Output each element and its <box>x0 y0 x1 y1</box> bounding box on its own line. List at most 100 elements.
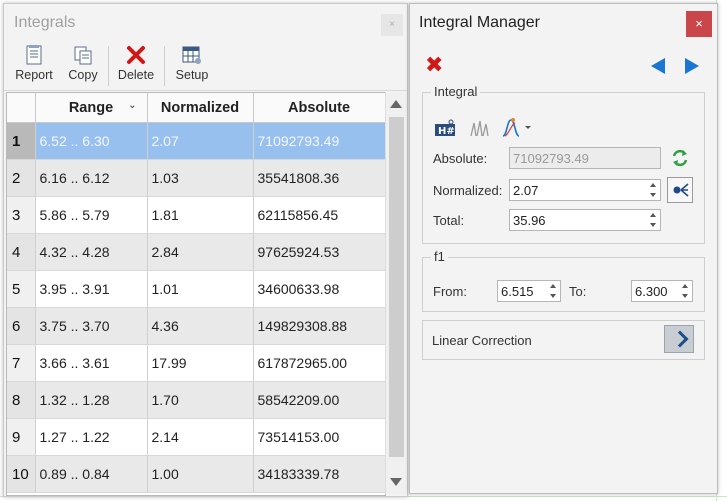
normalized-cell: 1.03 <box>147 159 254 197</box>
setup-button[interactable]: Setup <box>172 44 212 88</box>
copy-icon <box>64 44 102 68</box>
scrollbar-thumb[interactable] <box>389 117 404 457</box>
range-cell: 5.86 .. 5.79 <box>35 196 148 234</box>
manager-close-button[interactable]: × <box>686 11 712 37</box>
from-input[interactable]: 6.515 <box>497 280 561 302</box>
integrals-titlebar: Integrals × <box>4 4 407 42</box>
range-cell: 1.27 .. 1.22 <box>35 418 148 456</box>
scroll-down-icon[interactable] <box>390 478 402 486</box>
integral-curve-dropdown-icon[interactable] <box>501 117 533 140</box>
table-header-row: Range ⌄ Normalized Absolute <box>7 93 385 123</box>
absolute-cell: 97625924.53 <box>253 233 385 271</box>
normalized-cell: 1.00 <box>147 455 254 493</box>
from-label: From: <box>433 284 467 299</box>
multiplet-peaks-icon[interactable] <box>469 119 491 140</box>
integral-group-title: Integral <box>431 84 481 99</box>
range-cell: 3.95 .. 3.91 <box>35 270 148 308</box>
integrals-close-button[interactable]: × <box>381 14 403 36</box>
copy-button[interactable]: Copy <box>64 44 102 88</box>
absolute-cell: 35541808.36 <box>253 159 385 197</box>
normalized-cell: 4.36 <box>147 307 254 345</box>
chevron-down-icon[interactable]: ⌄ <box>128 100 136 111</box>
row-number-cell: 4 <box>7 233 36 271</box>
integrals-toolbar: Report Copy Delete Setup <box>4 42 407 91</box>
normalized-value: 2.07 <box>513 183 539 198</box>
integral-group: Integral H# Absolute: 71092793.49 Normal… <box>422 84 705 244</box>
absolute-cell: 34183339.78 <box>253 455 385 493</box>
total-spinner[interactable] <box>649 212 658 228</box>
range-cell: 3.75 .. 3.70 <box>35 307 148 345</box>
toolbar-separator <box>164 46 165 86</box>
delete-x-icon <box>114 44 158 68</box>
row-number-cell: 7 <box>7 344 36 382</box>
h-number-icon[interactable]: H# <box>435 119 457 140</box>
row-number-cell: 1 <box>7 122 36 160</box>
total-value: 35.96 <box>513 213 546 228</box>
normalized-cell: 17.99 <box>147 344 254 382</box>
table-row[interactable]: 2 6.16 .. 6.12 1.03 35541808.36 <box>7 159 385 197</box>
refresh-icon[interactable] <box>670 148 690 171</box>
row-number-cell: 2 <box>7 159 36 197</box>
row-number-cell: 8 <box>7 381 36 419</box>
absolute-cell: 58542209.00 <box>253 381 385 419</box>
total-input[interactable]: 35.96 <box>509 209 661 231</box>
absolute-cell: 71092793.49 <box>253 122 385 160</box>
delete-label: Delete <box>117 68 155 82</box>
normalized-cell: 1.01 <box>147 270 254 308</box>
delete-button[interactable]: Delete <box>114 44 158 88</box>
table-row[interactable]: 8 1.32 .. 1.28 1.70 58542209.00 <box>7 381 385 419</box>
set-reference-button[interactable] <box>667 177 693 206</box>
integrals-title: Integrals <box>14 14 76 31</box>
from-spinner[interactable] <box>549 283 558 299</box>
absolute-value: 71092793.49 <box>513 151 589 166</box>
normalized-cell: 1.70 <box>147 381 254 419</box>
row-number-cell: 5 <box>7 270 36 308</box>
report-button[interactable]: Report <box>12 44 56 88</box>
to-spinner[interactable] <box>681 283 690 299</box>
range-cell: 6.52 .. 6.30 <box>35 122 148 160</box>
manager-title: Integral Manager <box>419 14 540 31</box>
integrals-scrollbar[interactable] <box>385 92 407 494</box>
table-row[interactable]: 5 3.95 .. 3.91 1.01 34600633.98 <box>7 270 385 308</box>
linear-correction-row: Linear Correction <box>422 320 705 360</box>
f1-group: f1 From: 6.515 To: 6.300 <box>422 249 705 312</box>
integral-manager-panel: Integral Manager × ✖ Integral H# Absolut… <box>409 3 718 494</box>
normalized-spinner[interactable] <box>649 182 658 198</box>
table-row[interactable]: 9 1.27 .. 1.22 2.14 73514153.00 <box>7 418 385 456</box>
delete-integral-icon[interactable]: ✖ <box>425 54 443 76</box>
scroll-up-icon[interactable] <box>390 100 402 108</box>
row-number-cell: 10 <box>7 455 36 493</box>
chevron-right-icon[interactable] <box>664 325 694 353</box>
table-row[interactable]: 3 5.86 .. 5.79 1.81 62115856.45 <box>7 196 385 234</box>
column-header-range[interactable]: Range ⌄ <box>35 93 148 123</box>
normalized-input[interactable]: 2.07 <box>509 179 661 201</box>
copy-label: Copy <box>68 68 98 82</box>
setup-table-icon <box>172 44 212 68</box>
to-label: To: <box>569 284 587 299</box>
range-cell: 6.16 .. 6.12 <box>35 159 148 197</box>
normalized-cell: 2.14 <box>147 418 254 456</box>
f1-group-title: f1 <box>431 249 448 264</box>
absolute-cell: 149829308.88 <box>253 307 385 345</box>
table-row[interactable]: 10 0.89 .. 0.84 1.00 34183339.78 <box>7 455 385 493</box>
normalized-cell: 2.84 <box>147 233 254 271</box>
absolute-cell: 617872965.00 <box>253 344 385 382</box>
row-number-header <box>7 93 36 123</box>
svg-text:H#: H# <box>438 126 455 137</box>
column-header-absolute[interactable]: Absolute <box>253 93 385 123</box>
column-header-normalized[interactable]: Normalized <box>147 93 254 123</box>
to-input[interactable]: 6.300 <box>631 280 693 302</box>
previous-arrow-icon[interactable] <box>651 58 665 74</box>
table-row[interactable]: 7 3.66 .. 3.61 17.99 617872965.00 <box>7 344 385 382</box>
table-row[interactable]: 1 6.52 .. 6.30 2.07 71092793.49 <box>7 122 385 160</box>
absolute-cell: 34600633.98 <box>253 270 385 308</box>
table-row[interactable]: 6 3.75 .. 3.70 4.36 149829308.88 <box>7 307 385 345</box>
total-label: Total: <box>433 213 465 228</box>
next-arrow-icon[interactable] <box>685 58 699 74</box>
table-row[interactable]: 4 4.32 .. 4.28 2.84 97625924.53 <box>7 233 385 271</box>
absolute-label: Absolute: <box>433 151 488 166</box>
range-cell: 4.32 .. 4.28 <box>35 233 148 271</box>
integrals-table: Range ⌄ Normalized Absolute 1 6.52 .. 6.30… <box>6 92 386 496</box>
range-cell: 0.89 .. 0.84 <box>35 455 148 493</box>
setup-label: Setup <box>175 68 209 82</box>
